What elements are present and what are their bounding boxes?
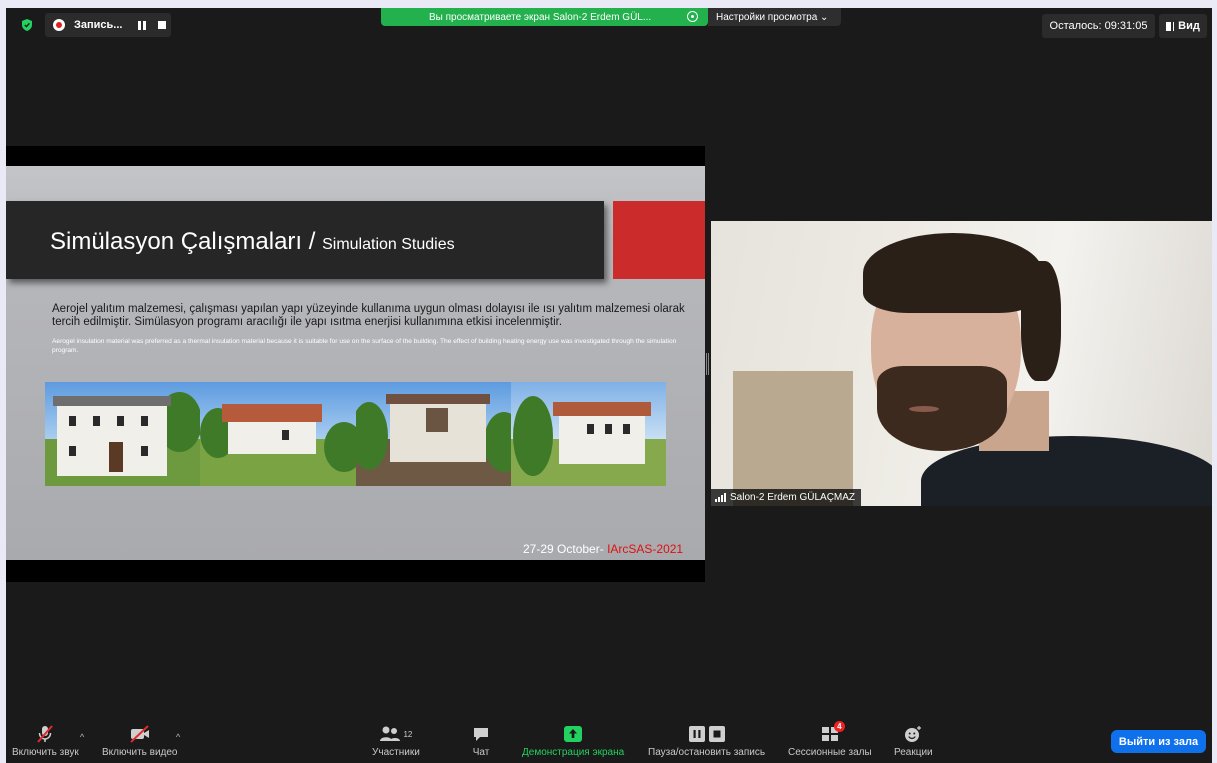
- start-video-label: Включить видео: [102, 747, 178, 758]
- view-button[interactable]: Вид: [1159, 14, 1207, 38]
- audio-options-chevron-icon[interactable]: ^: [80, 732, 84, 742]
- share-screen-button[interactable]: Демонстрация экрана: [522, 724, 624, 758]
- panel-splitter-handle[interactable]: [706, 353, 709, 375]
- screen-share-banner: Вы просматриваете экран Salon-2 Erdem GÜ…: [381, 8, 708, 26]
- breakout-rooms-label: Сессионные залы: [788, 747, 872, 758]
- slide-footer-conference: IArcSAS-2021: [607, 542, 684, 556]
- camera-off-icon: [130, 725, 149, 743]
- chat-button[interactable]: Чат: [472, 724, 490, 758]
- meeting-toolbar: Включить звук ^ Включить видео ^ 12 Учас…: [6, 720, 1212, 763]
- shared-screen[interactable]: Simülasyon Çalışmaları / Simulation Stud…: [6, 146, 705, 582]
- view-layout-icon: [1166, 21, 1175, 31]
- record-icon: [53, 19, 65, 31]
- participants-icon: [380, 726, 401, 741]
- video-options-chevron-icon[interactable]: ^: [176, 732, 180, 742]
- meeting-window: Запись... Вы просматриваете экран Salon-…: [6, 8, 1212, 763]
- participants-button[interactable]: 12 Участники: [372, 724, 420, 758]
- slide-footer: 27-29 October- IArcSAS-2021: [523, 542, 683, 556]
- reactions-button[interactable]: Реакции: [894, 724, 933, 758]
- slide-title: Simülasyon Çalışmaları / Simulation Stud…: [50, 228, 455, 256]
- recording-indicator: Запись...: [45, 13, 171, 37]
- slide-footer-date: 27-29 October-: [523, 542, 604, 556]
- signal-strength-icon: [715, 493, 726, 502]
- participants-label: Участники: [372, 747, 420, 758]
- building-photo: [510, 382, 666, 486]
- chat-icon: [474, 728, 488, 741]
- eye-icon: [687, 11, 698, 22]
- pause-recording-button[interactable]: [138, 20, 146, 30]
- start-video-button[interactable]: Включить видео: [102, 724, 178, 758]
- time-remaining: Осталось: 09:31:05: [1042, 14, 1155, 38]
- slide-title-main: Simülasyon Çalışmaları /: [50, 228, 316, 255]
- emoji-reaction-icon: [905, 726, 922, 742]
- building-photo: [355, 382, 511, 486]
- unmute-button[interactable]: Включить звук: [12, 724, 79, 758]
- wall-frame: [733, 371, 853, 506]
- slide-text-english: Aerogel insulation material was preferre…: [52, 338, 677, 354]
- recording-label: Запись...: [74, 19, 123, 31]
- stop-recording-button[interactable]: [158, 21, 166, 29]
- chat-label: Чат: [472, 747, 490, 758]
- slide-red-block: [613, 201, 705, 279]
- participant-name: Salon-2 Erdem GÜLAÇMAZ: [730, 492, 856, 503]
- breakout-rooms-badge: 4: [833, 721, 845, 732]
- building-photo: [200, 382, 356, 486]
- microphone-muted-icon: [37, 725, 54, 743]
- unmute-label: Включить звук: [12, 747, 79, 758]
- participant-video[interactable]: Salon-2 Erdem GÜLAÇMAZ: [711, 221, 1212, 506]
- presentation-slide: Simülasyon Çalışmaları / Simulation Stud…: [6, 166, 705, 560]
- building-photo: [45, 382, 201, 486]
- slide-title-sub: Simulation Studies: [322, 236, 455, 253]
- pause-stop-recording-label: Пауза/остановить запись: [648, 747, 766, 758]
- pause-icon: [688, 726, 705, 742]
- view-label: Вид: [1178, 20, 1200, 32]
- breakout-rooms-button[interactable]: 4 Сессионные залы: [788, 721, 872, 758]
- shield-icon[interactable]: [20, 18, 34, 32]
- view-options-dropdown[interactable]: Настройки просмотра ⌄: [708, 8, 841, 26]
- participants-count: 12: [403, 729, 413, 739]
- building-photos: [45, 382, 666, 486]
- reactions-label: Реакции: [894, 747, 933, 758]
- stop-icon: [708, 726, 725, 742]
- slide-text-turkish: Aerojel yalıtım malzemesi, çalışması yap…: [52, 303, 685, 328]
- share-screen-label: Демонстрация экрана: [522, 747, 625, 758]
- share-screen-icon: [564, 726, 583, 742]
- pause-stop-recording-button[interactable]: Пауза/остановить запись: [648, 724, 765, 758]
- leave-meeting-button[interactable]: Выйти из зала: [1111, 730, 1206, 753]
- participant-name-label: Salon-2 Erdem GÜLAÇMAZ: [711, 489, 862, 506]
- share-banner-text: Вы просматриваете экран Salon-2 Erdem GÜ…: [429, 11, 652, 23]
